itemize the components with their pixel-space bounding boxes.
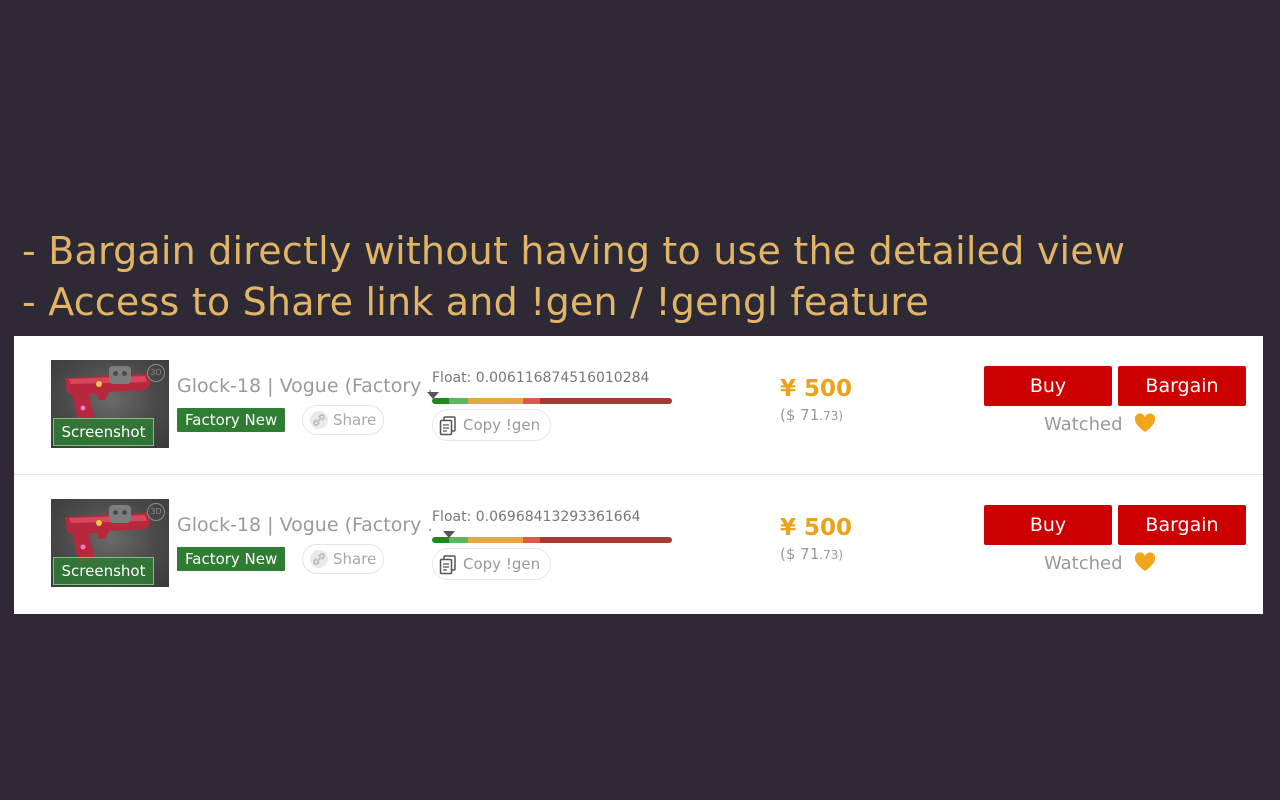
caption-line-1: - Bargain directly without having to use… (22, 229, 1126, 273)
float-marker (442, 531, 455, 538)
item-name[interactable]: Glock-18 | Vogue (Factory ... (177, 375, 431, 397)
wear-badge: Factory New (177, 408, 286, 432)
price-usd: ($ 71.73) (780, 545, 843, 563)
float-bar-segment (539, 537, 672, 543)
float-bar-segment (467, 398, 524, 404)
price-cny: ¥ 500 (780, 515, 853, 541)
caption: - Bargain directly without having to use… (22, 226, 1125, 328)
price-usd-cents: .73) (819, 409, 844, 423)
copy-gen-label: Copy !gen (463, 555, 541, 573)
screenshot-button[interactable]: Screenshot (53, 557, 154, 585)
share-button[interactable]: Share (302, 544, 384, 574)
price-cny: ¥ 500 (780, 376, 853, 402)
watched-label: Watched (1044, 414, 1123, 435)
float-bar (432, 537, 672, 543)
robot-icon (109, 505, 131, 523)
float-bar (432, 398, 672, 404)
listing-panel: 3D Screenshot Glock-18 | Vogue (Factory … (14, 336, 1263, 614)
buy-button[interactable]: Buy (984, 366, 1112, 406)
3d-icon[interactable]: 3D (147, 503, 165, 521)
float-bar-segment (448, 398, 468, 404)
price-usd-main: ($ 71 (780, 545, 820, 563)
float-marker (427, 392, 440, 399)
link-icon (310, 411, 328, 429)
robot-icon (109, 366, 131, 384)
copy-icon (439, 416, 456, 436)
item-thumbnail[interactable]: 3D Screenshot (51, 499, 169, 587)
copy-icon (439, 555, 456, 575)
listing-row: 3D Screenshot Glock-18 | Vogue (Factory … (14, 475, 1263, 614)
buy-button[interactable]: Buy (984, 505, 1112, 545)
float-bar-segment (539, 398, 672, 404)
watch-toggle[interactable]: Watched (1044, 413, 1156, 435)
price-usd: ($ 71.73) (780, 406, 843, 424)
link-icon (310, 550, 328, 568)
heart-icon (1135, 552, 1156, 571)
watched-label: Watched (1044, 553, 1123, 574)
share-label: Share (333, 550, 377, 568)
screenshot-button[interactable]: Screenshot (53, 418, 154, 446)
copy-gen-button[interactable]: Copy !gen (432, 409, 551, 441)
item-thumbnail[interactable]: 3D Screenshot (51, 360, 169, 448)
listing-row: 3D Screenshot Glock-18 | Vogue (Factory … (14, 336, 1263, 475)
caption-line-2: - Access to Share link and !gen / !gengl… (22, 280, 929, 324)
bargain-button[interactable]: Bargain (1118, 366, 1246, 406)
share-button[interactable]: Share (302, 405, 384, 435)
float-bar-segment (467, 537, 524, 543)
heart-icon (1135, 413, 1156, 432)
copy-gen-label: Copy !gen (463, 416, 541, 434)
bargain-button[interactable]: Bargain (1118, 505, 1246, 545)
wear-badge: Factory New (177, 547, 286, 571)
watch-toggle[interactable]: Watched (1044, 552, 1156, 574)
float-bar-segment (523, 398, 540, 404)
copy-gen-button[interactable]: Copy !gen (432, 548, 551, 580)
price-usd-main: ($ 71 (780, 406, 820, 424)
share-label: Share (333, 411, 377, 429)
item-name[interactable]: Glock-18 | Vogue (Factory ... (177, 514, 431, 536)
float-value: Float: 0.06968413293361664 (432, 509, 641, 525)
price-usd-cents: .73) (819, 548, 844, 562)
float-bar-segment (523, 537, 540, 543)
3d-icon[interactable]: 3D (147, 364, 165, 382)
float-value: Float: 0.006116874516010284 (432, 370, 650, 386)
